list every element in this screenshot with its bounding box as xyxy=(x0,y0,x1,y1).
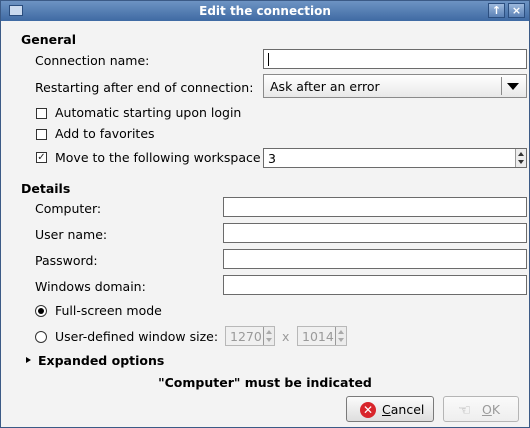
restart-combo[interactable]: Ask after an error xyxy=(263,74,527,98)
spin-down-icon[interactable] xyxy=(338,338,344,342)
domain-input[interactable] xyxy=(223,275,527,295)
general-heading: General xyxy=(21,32,76,47)
auto-start-checkbox[interactable] xyxy=(36,108,47,119)
window-title: Edit the connection xyxy=(199,4,331,18)
spin-up-icon[interactable] xyxy=(338,330,344,334)
favorites-label[interactable]: Add to favorites xyxy=(55,126,155,141)
cancel-label: Cancel xyxy=(382,402,425,417)
password-input[interactable] xyxy=(223,249,527,269)
workspace-spinner-buttons[interactable] xyxy=(515,149,526,167)
maximize-button[interactable]: ↑ xyxy=(488,3,505,18)
custom-size-radio[interactable] xyxy=(35,331,47,343)
expander-arrow-icon[interactable] xyxy=(26,357,31,363)
text-cursor xyxy=(268,53,269,66)
computer-input[interactable] xyxy=(223,197,527,217)
username-label: User name: xyxy=(35,227,108,242)
title-bar[interactable]: Edit the connection ↑ × xyxy=(1,1,529,21)
custom-size-label[interactable]: User-defined window size: xyxy=(55,329,218,344)
workspace-label[interactable]: Move to the following workspace xyxy=(55,150,261,165)
connection-name-label: Connection name: xyxy=(35,53,150,68)
details-heading: Details xyxy=(21,181,71,196)
ok-label: OK xyxy=(482,402,501,417)
size-separator: x xyxy=(282,329,290,344)
password-label: Password: xyxy=(35,253,98,268)
dialog-window: Edit the connection ↑ × General Connecti… xyxy=(0,0,530,428)
fullscreen-radio[interactable] xyxy=(35,305,47,317)
width-spinner-buttons[interactable] xyxy=(263,327,274,345)
height-spinner-value: 1014 xyxy=(302,329,334,344)
height-spinner[interactable]: 1014 xyxy=(297,326,347,346)
auto-start-label[interactable]: Automatic starting upon login xyxy=(55,105,241,120)
workspace-checkbox[interactable]: ✓ xyxy=(36,152,47,163)
workspace-spinner-value: 3 xyxy=(268,151,276,166)
connection-name-input[interactable] xyxy=(263,49,527,69)
height-spinner-buttons[interactable] xyxy=(335,327,346,345)
domain-label: Windows domain: xyxy=(35,279,146,294)
ok-icon: ☜ xyxy=(458,401,472,419)
restart-combo-value: Ask after an error xyxy=(270,79,380,94)
status-message: "Computer" must be indicated xyxy=(158,375,372,390)
computer-label: Computer: xyxy=(35,201,102,216)
cancel-icon: ✕ xyxy=(360,402,376,418)
chevron-down-icon[interactable] xyxy=(507,83,519,90)
width-spinner[interactable]: 1270 xyxy=(225,326,275,346)
expanded-options-label[interactable]: Expanded options xyxy=(38,353,164,368)
restart-label: Restarting after end of connection: xyxy=(35,80,254,95)
favorites-checkbox[interactable] xyxy=(36,129,47,140)
cancel-button[interactable]: ✕ Cancel xyxy=(346,396,434,422)
fullscreen-label[interactable]: Full-screen mode xyxy=(55,303,162,318)
width-spinner-value: 1270 xyxy=(230,329,262,344)
combo-separator xyxy=(501,77,502,95)
username-input[interactable] xyxy=(223,223,527,243)
close-button[interactable]: × xyxy=(508,3,525,18)
radio-selected-dot xyxy=(38,308,44,314)
spin-up-icon[interactable] xyxy=(518,152,524,156)
spin-up-icon[interactable] xyxy=(266,330,272,334)
workspace-spinner[interactable]: 3 xyxy=(263,148,527,168)
ok-button[interactable]: ☜ OK xyxy=(443,396,519,422)
spin-down-icon[interactable] xyxy=(518,160,524,164)
spin-down-icon[interactable] xyxy=(266,338,272,342)
